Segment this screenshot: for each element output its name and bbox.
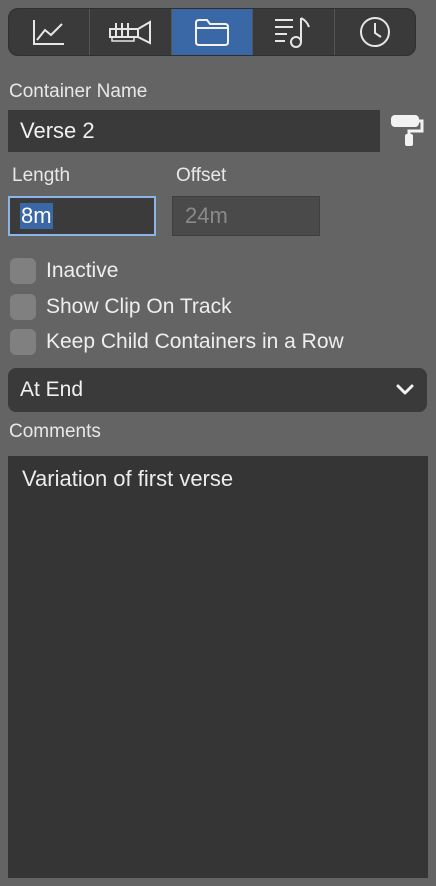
inactive-label: Inactive <box>46 259 119 282</box>
color-paint-button[interactable] <box>388 112 424 148</box>
music-list-icon <box>275 17 311 48</box>
clock-icon <box>359 17 390 47</box>
trumpet-icon <box>108 20 151 45</box>
position-select-value: At End <box>20 378 84 401</box>
tab-markers[interactable] <box>253 9 335 55</box>
length-label: Length <box>12 165 71 186</box>
chevron-down-icon <box>396 384 414 395</box>
offset-label: Offset <box>176 165 227 186</box>
tab-instrument[interactable] <box>90 9 172 55</box>
show-clip-on-track-checkbox[interactable] <box>10 294 36 320</box>
comments-textarea[interactable]: Variation of first verse <box>8 456 428 878</box>
inactive-option[interactable]: Inactive <box>10 258 118 284</box>
position-select[interactable]: At End <box>8 368 427 412</box>
container-name-label: Container Name <box>9 81 148 102</box>
container-name-field[interactable]: Verse 2 <box>8 110 380 152</box>
offset-field[interactable]: 24m <box>172 196 320 236</box>
length-field[interactable]: 8m <box>8 196 156 236</box>
keep-child-containers-label: Keep Child Containers in a Row <box>46 330 344 353</box>
container-name-value: Verse 2 <box>20 118 95 143</box>
inactive-checkbox[interactable] <box>10 258 36 284</box>
keep-child-containers-option[interactable]: Keep Child Containers in a Row <box>10 329 344 355</box>
offset-value: 24m <box>185 203 228 228</box>
paint-roller-icon <box>391 115 424 146</box>
show-clip-on-track-label: Show Clip On Track <box>46 295 232 318</box>
show-clip-on-track-option[interactable]: Show Clip On Track <box>10 294 232 320</box>
tab-automation[interactable] <box>9 9 91 55</box>
tab-history[interactable] <box>335 9 415 55</box>
keep-child-containers-checkbox[interactable] <box>10 329 36 355</box>
length-value: 8m <box>20 203 53 229</box>
comments-text: Variation of first verse <box>22 466 234 491</box>
folder-icon <box>195 19 230 46</box>
inspector-tab-bar <box>8 8 416 56</box>
line-chart-icon <box>33 20 65 45</box>
comments-label: Comments <box>9 421 101 442</box>
tab-container[interactable] <box>171 9 254 55</box>
